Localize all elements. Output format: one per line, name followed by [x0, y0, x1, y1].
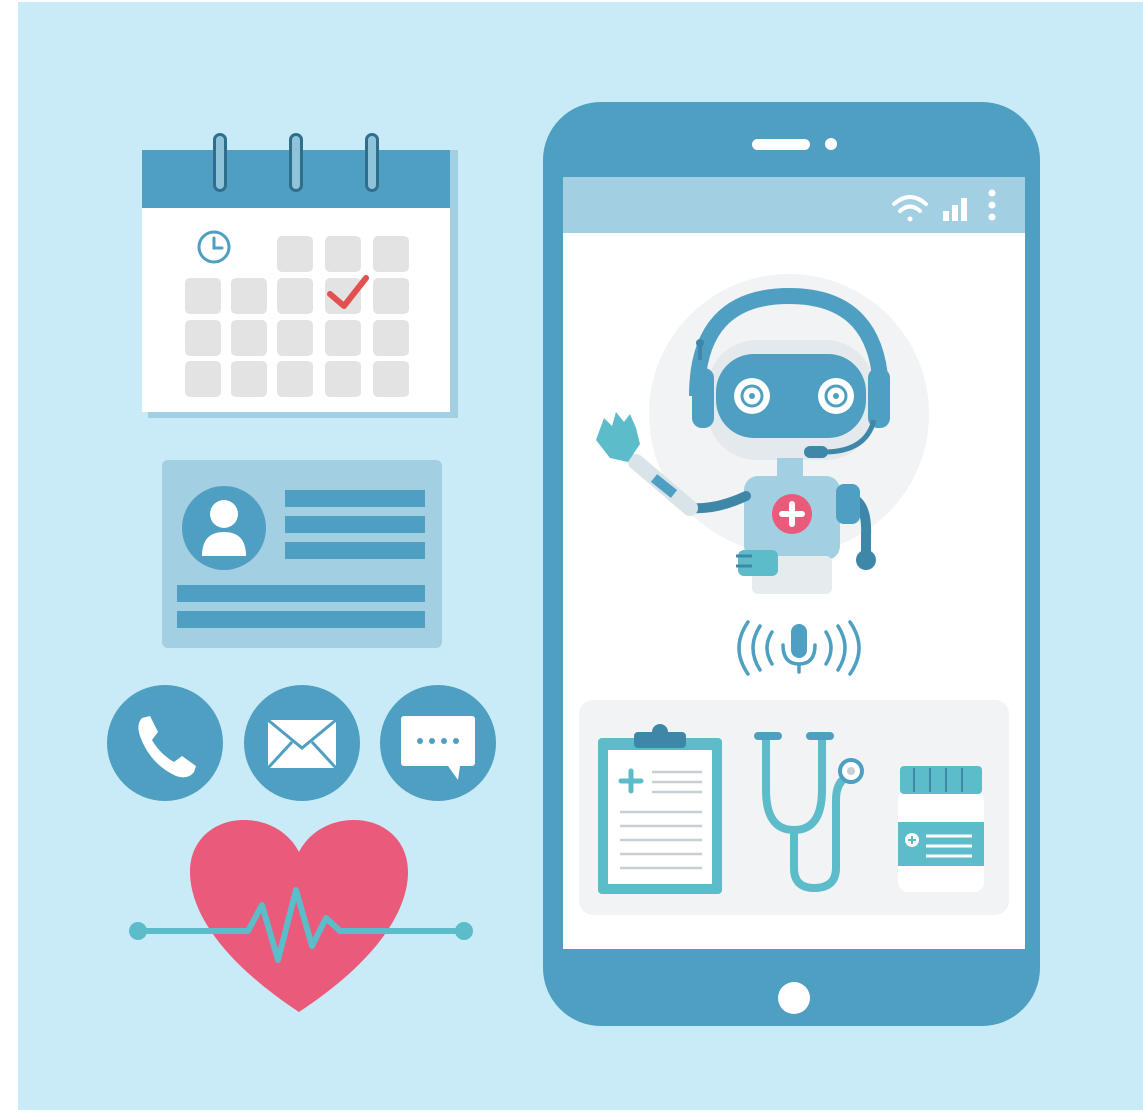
id-card-icon	[162, 460, 442, 648]
chat-bubble-icon	[380, 685, 496, 801]
medicine-bottle-icon	[898, 766, 984, 892]
calendar-icon	[142, 133, 458, 418]
medical-clipboard-icon	[598, 724, 722, 894]
phone-icon	[107, 685, 223, 801]
front-camera	[825, 138, 837, 150]
speaker-slot	[752, 139, 810, 150]
home-button	[778, 982, 810, 1014]
telemedicine-illustration	[0, 0, 1143, 1115]
kebab-menu-icon	[988, 189, 996, 221]
envelope-icon	[244, 685, 360, 801]
